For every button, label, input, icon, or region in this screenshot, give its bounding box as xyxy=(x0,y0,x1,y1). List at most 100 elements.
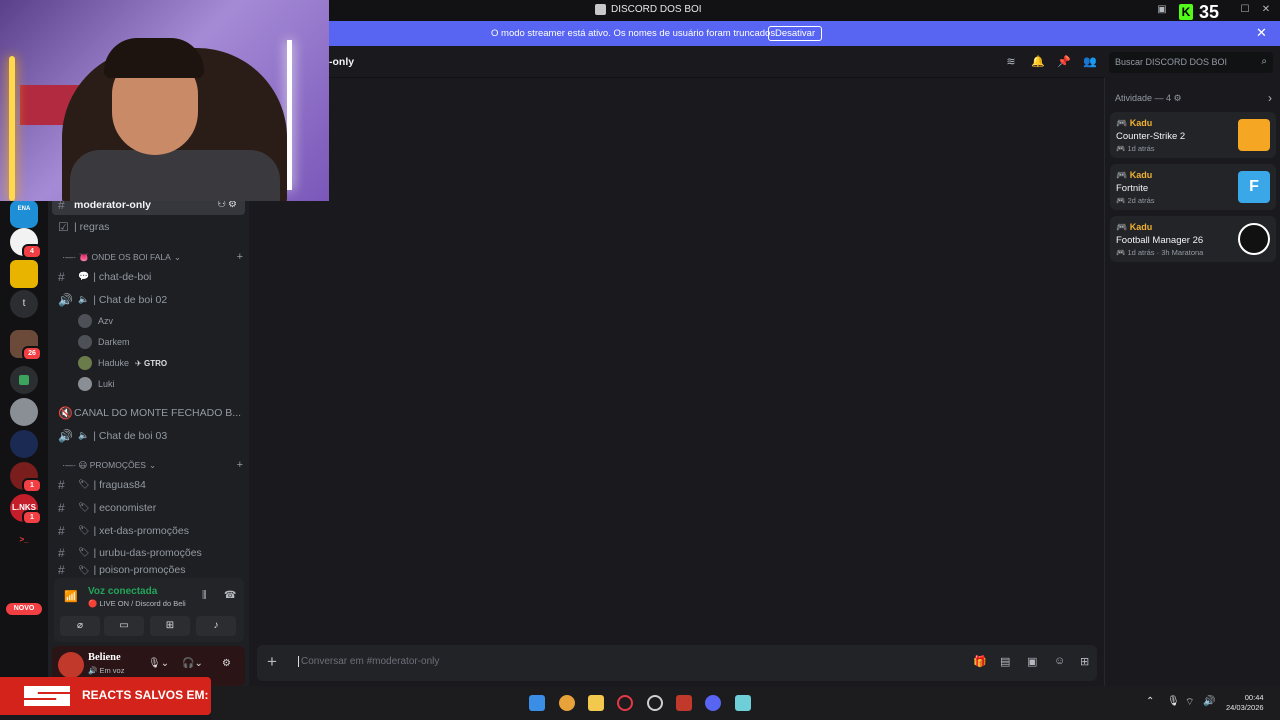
activity-card[interactable]: 🎮 Kadu Fortnite 🎮 2d atrás F xyxy=(1110,164,1276,210)
chevron-right-icon[interactable]: › xyxy=(1268,91,1272,105)
camera-off-button[interactable]: ⌀ xyxy=(60,616,100,636)
banner-text: O modo streamer está ativo. Os nomes de … xyxy=(491,28,778,39)
server-icon-terminal[interactable]: >_ xyxy=(10,526,38,554)
apps-icon[interactable]: ⊞ xyxy=(1080,655,1089,668)
server-icon-ena[interactable]: ENA xyxy=(10,200,38,228)
mention-badge: 4 xyxy=(22,244,42,259)
category-promocoes[interactable]: ·—· 😃 PROMOÇÕES ⌄ + xyxy=(62,458,245,472)
voice-channel-chat-de-boi-03[interactable]: 🔊 🔈 | Chat de boi 03 xyxy=(52,425,245,446)
start-icon[interactable] xyxy=(529,695,545,711)
avatar[interactable] xyxy=(58,652,84,678)
user-settings-icon[interactable]: ⚙ xyxy=(222,658,231,669)
notepad-icon[interactable] xyxy=(735,695,751,711)
opera-icon[interactable] xyxy=(617,695,633,711)
chevron-up-icon[interactable]: ⌃ xyxy=(1146,696,1154,707)
server-icon-links[interactable]: L.NKS 1 xyxy=(10,494,42,525)
new-badge: NOVO xyxy=(6,603,42,615)
server-icon-t[interactable]: t xyxy=(10,290,38,318)
fortnite-icon: F xyxy=(1238,171,1270,203)
category-onde-os-boi-fala[interactable]: ·—· 👅 ONDE OS BOI FALA ⌄ + xyxy=(62,250,245,264)
discord-icon[interactable] xyxy=(705,695,721,711)
inbox-icon[interactable]: ▣ xyxy=(1155,3,1169,17)
volume-icon[interactable]: 🔊 xyxy=(1203,696,1215,707)
disconnect-icon[interactable]: ☎ xyxy=(224,590,236,601)
gif-icon[interactable]: ▤ xyxy=(1000,655,1010,668)
server-icon xyxy=(595,4,606,15)
add-channel-icon[interactable]: + xyxy=(237,459,243,471)
message-composer[interactable]: + Conversar em #moderator-only 🎁 ▤ ▣ ☺ ⊞ xyxy=(257,645,1097,681)
server-icon-photo[interactable] xyxy=(10,398,38,426)
soundboard-button[interactable]: ♪ xyxy=(196,616,236,636)
voice-user[interactable]: Azv xyxy=(78,312,113,330)
server-folder[interactable]: 26 xyxy=(10,330,42,361)
headphones-icon[interactable]: 🎧⌄ xyxy=(182,658,203,669)
activities-button[interactable]: ⊞ xyxy=(150,616,190,636)
close-window-button[interactable]: ✕ xyxy=(1259,3,1273,17)
app-icon[interactable] xyxy=(647,695,663,711)
app-icon[interactable] xyxy=(676,695,692,711)
gift-icon[interactable]: 🎁 xyxy=(973,655,987,668)
close-banner-icon[interactable]: ✕ xyxy=(1256,26,1267,40)
maximize-button[interactable]: ☐ xyxy=(1238,3,1252,17)
pin-icon[interactable]: 📌 xyxy=(1057,55,1071,69)
channel-regras[interactable]: ☑ | regras xyxy=(52,216,245,237)
server-icon-blue[interactable] xyxy=(10,430,38,458)
server-icon-museum[interactable]: 4 xyxy=(10,228,42,259)
neon-light xyxy=(9,56,15,201)
viewer-count: 35 xyxy=(1199,2,1220,22)
speaker-emoji-icon: 🔈 xyxy=(78,294,90,304)
server-icon-olimpo[interactable] xyxy=(10,260,38,288)
activity-card[interactable]: 🎮 Kadu Counter-Strike 2 🎮 1d atrás xyxy=(1110,112,1276,158)
channel-economister[interactable]: # 🏷 | economister xyxy=(52,497,245,518)
gear-icon[interactable]: ⚙ xyxy=(1174,93,1182,103)
sticker-icon[interactable]: ▣ xyxy=(1027,655,1037,668)
mention-badge: 1 xyxy=(22,478,42,493)
disable-streamer-mode-button[interactable]: Desativar xyxy=(768,26,823,41)
speaker-icon: 🔊 xyxy=(58,428,73,443)
channel-chat-de-boi[interactable]: # 💬 | chat-de-boi xyxy=(52,266,245,287)
add-channel-icon[interactable]: + xyxy=(237,251,243,263)
neon-light xyxy=(287,40,292,190)
message-input[interactable]: Conversar em #moderator-only xyxy=(298,656,439,667)
voice-channel-link[interactable]: 🔴 LIVE ON / Discord do Beli xyxy=(88,599,186,608)
tag-icon: 🏷 xyxy=(78,525,90,535)
windows-taskbar: ⌃ 🎙 ⌔ 🔊 00:44 24/03/2026 xyxy=(211,686,1280,720)
activity-card[interactable]: 🎮 Kadu Football Manager 26 🎮 1d atrás · … xyxy=(1110,216,1276,262)
member-list-icon[interactable]: 👥 xyxy=(1083,55,1097,69)
streamer-shirt xyxy=(70,150,280,201)
chrome-icon[interactable] xyxy=(559,695,575,711)
chat-area: -only ≋ 🔔 📌 👥 + Conversar em #moderator-… xyxy=(249,46,1104,686)
screen-share-button[interactable]: ▭ xyxy=(104,616,144,636)
noise-suppression-icon[interactable]: ⫼ xyxy=(202,590,207,601)
channel-urubu-das-promocoes[interactable]: # 🏷 | urubu-das-promoções xyxy=(52,542,245,563)
channel-xet-das-promocoes[interactable]: # 🏷 | xet-das-promoções xyxy=(52,520,245,541)
microphone-icon[interactable]: 🎙⌄ xyxy=(148,658,169,669)
server-icon-green[interactable] xyxy=(10,366,38,394)
threads-icon[interactable]: ≋ xyxy=(1004,55,1018,69)
speaker-emoji-icon: 🔈 xyxy=(78,430,90,440)
kick-viewer-badge: K 35 xyxy=(1179,2,1220,22)
activity-header: Atividade — 4 ⚙ xyxy=(1115,93,1182,103)
voice-user[interactable]: Haduke ✈ GTRO xyxy=(78,354,167,372)
channel-fraguas84[interactable]: # 🏷 | fraguas84 xyxy=(52,474,245,495)
server-icon-red[interactable]: 1 xyxy=(10,462,42,493)
file-explorer-icon[interactable] xyxy=(588,695,604,711)
emoji-icon[interactable]: ☺ xyxy=(1054,655,1065,667)
voice-user[interactable]: Darkem xyxy=(78,333,130,351)
system-clock[interactable]: 00:44 24/03/2026 xyxy=(1226,693,1264,713)
channel-poison-promocoes[interactable]: # 🏷 | poison-promoções xyxy=(52,564,245,576)
voice-channel-monte-fechado[interactable]: 🔇 CANAL DO MONTE FECHADO B... xyxy=(52,402,245,423)
mention-badge: 1 xyxy=(22,510,42,525)
search-input[interactable]: Buscar DISCORD DOS BOI ⌕ xyxy=(1109,52,1273,73)
voice-channel-chat-de-boi-02[interactable]: 🔊 🔈 | Chat de boi 02 xyxy=(52,289,245,310)
activity-game: Football Manager 26 xyxy=(1116,235,1204,246)
microphone-icon[interactable]: 🎙 xyxy=(1167,696,1180,707)
bell-icon[interactable]: 🔔 xyxy=(1031,55,1045,69)
football-manager-icon xyxy=(1238,223,1270,255)
locked-speaker-icon: 🔇 xyxy=(58,405,73,420)
add-attachment-icon[interactable]: + xyxy=(267,652,277,672)
activity-user: 🎮 Kadu xyxy=(1116,222,1153,232)
voice-status: Voz conectada xyxy=(88,586,158,597)
network-icon[interactable]: ⌔ xyxy=(1185,696,1194,709)
voice-user[interactable]: Luki xyxy=(78,375,115,393)
